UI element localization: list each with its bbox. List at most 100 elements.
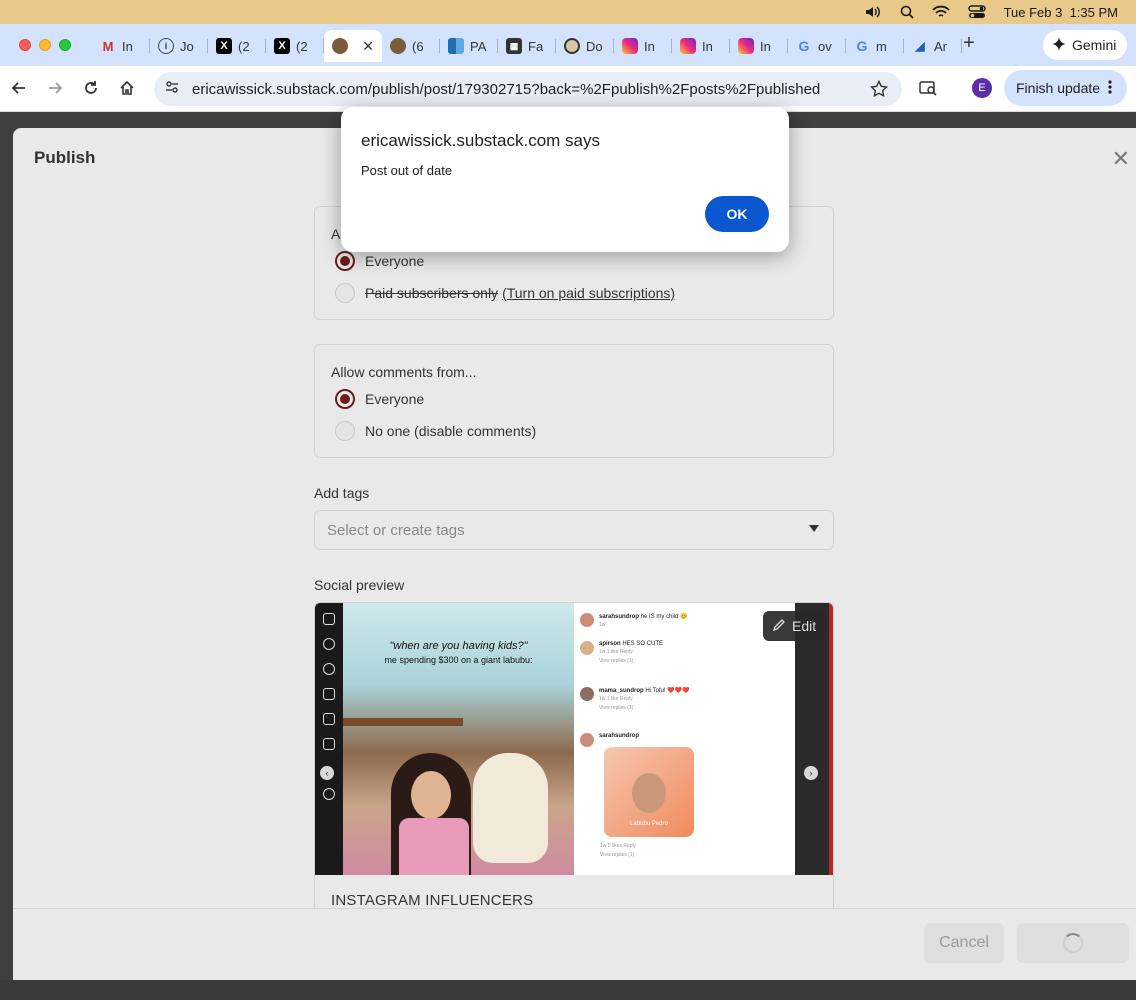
gmail-icon: M <box>102 38 114 54</box>
preview-image: "when are you having kids?" me spending … <box>315 603 833 875</box>
edit-preview-button[interactable]: Edit <box>763 611 826 641</box>
tab-x-1[interactable]: X (2 <box>208 30 266 62</box>
tab-azure[interactable]: ◢ Ar <box>904 30 962 62</box>
tab-info[interactable]: i Jo <box>150 30 208 62</box>
radio-unselected[interactable] <box>335 283 355 303</box>
instagram-icon <box>622 38 638 54</box>
tab-instagram-2[interactable]: In <box>672 30 730 62</box>
radio-selected[interactable] <box>335 389 355 409</box>
cancel-button[interactable]: Cancel <box>924 923 1004 963</box>
browser-tab-strip: M In i Jo X (2 X (2 ✕ (6 PA ▦ Fa Do In In In … <box>0 24 1136 66</box>
red-panel <box>829 603 833 875</box>
new-tab-plus-icon[interactable]: + <box>958 32 980 55</box>
reels-icon <box>323 688 335 700</box>
tab-instagram-1[interactable]: In <box>614 30 672 62</box>
tab-close-icon[interactable]: ✕ <box>362 38 374 55</box>
preview-post-title: INSTAGRAM INFLUENCERS <box>331 892 534 909</box>
calendar-icon: ▦ <box>506 38 522 54</box>
tab-x-2[interactable]: X (2 <box>266 30 324 62</box>
site-settings-icon[interactable] <box>164 79 180 100</box>
alert-title: ericawissick.substack.com says <box>361 131 601 150</box>
profile-avatar[interactable]: E <box>972 78 992 98</box>
radio-unselected[interactable] <box>335 421 355 441</box>
radio-selected[interactable] <box>335 251 355 271</box>
list-item: 1w 5 likes Reply View replies (1) <box>600 843 637 858</box>
avatar <box>580 641 594 655</box>
chevron-left-icon[interactable]: ‹ <box>320 766 334 780</box>
audience-option-paid[interactable]: Paid subscribers only (Turn on paid subs… <box>335 283 675 303</box>
cat-icon <box>332 38 348 54</box>
dark-panel <box>795 603 829 875</box>
comments-option-everyone[interactable]: Everyone <box>335 389 424 409</box>
search-tab-icon[interactable] <box>918 78 938 98</box>
control-center-icon[interactable] <box>967 5 986 19</box>
tab-list: M In i Jo X (2 X (2 ✕ (6 PA ▦ Fa Do In In In … <box>92 30 962 62</box>
modal-footer: Cancel <box>13 908 1136 980</box>
browser-toolbar: ericawissick.substack.com/publish/post/1… <box>0 66 1136 112</box>
tab-google-2[interactable]: Gm <box>846 30 904 62</box>
back-arrow-icon[interactable] <box>9 78 29 98</box>
chevron-right-icon[interactable]: › <box>804 766 818 780</box>
comments-option-none[interactable]: No one (disable comments) <box>335 421 536 441</box>
google-icon: G <box>798 38 810 54</box>
tags-label: Add tags <box>314 485 370 501</box>
search-icon <box>323 638 335 650</box>
grid-icon <box>448 38 464 54</box>
list-item: sarahsundrop <box>580 733 639 747</box>
publish-button-loading[interactable] <box>1017 923 1129 963</box>
tab-grid[interactable]: PA <box>440 30 498 62</box>
tab-cat[interactable]: (6 <box>382 30 440 62</box>
info-icon: i <box>158 38 174 54</box>
alert-message: Post out of date <box>361 163 453 178</box>
tab-calendar[interactable]: ▦ Fa <box>498 30 556 62</box>
window-minimize-button[interactable] <box>39 39 51 51</box>
x-icon: X <box>274 38 290 54</box>
volume-icon[interactable] <box>864 5 882 19</box>
profile-icon <box>323 788 335 800</box>
person-top-shape <box>399 818 469 875</box>
page-bottom-edge <box>0 980 1136 1000</box>
instagram-comments: sarahsundrop he IS my child 😊 1w spirson … <box>574 603 795 875</box>
home-icon <box>323 613 335 625</box>
instagram-sidebar <box>315 603 343 875</box>
paid-subscriptions-link[interactable]: (Turn on paid subscriptions) <box>502 285 675 301</box>
list-item: mama_sundrop Hi Tofu! ❤️❤️❤️ 1w 1 like Re… <box>580 687 690 711</box>
shelf-shape <box>343 718 463 726</box>
audience-option-everyone[interactable]: Everyone <box>335 251 424 271</box>
url-text[interactable]: ericawissick.substack.com/publish/post/1… <box>192 81 862 98</box>
list-item: sarahsundrop he IS my child 😊 1w <box>580 613 688 628</box>
photo-caption-1: "when are you having kids?" <box>389 640 528 652</box>
finish-update-button[interactable]: Finish update <box>1004 70 1127 106</box>
close-icon[interactable]: ✕ <box>1112 146 1130 172</box>
tab-owl[interactable]: Do <box>556 30 614 62</box>
macos-menubar: Tue Feb 3 1:35 PM <box>0 0 1136 24</box>
home-icon[interactable] <box>117 78 137 98</box>
wifi-icon[interactable] <box>931 5 950 19</box>
reload-icon[interactable] <box>81 78 101 98</box>
alert-dialog: ericawissick.substack.com says Post out … <box>341 107 789 252</box>
caret-down-icon <box>809 525 819 532</box>
window-zoom-button[interactable] <box>59 39 71 51</box>
menubar-clock[interactable]: Tue Feb 3 1:35 PM <box>1004 5 1118 20</box>
list-item: spirson HES SO CUTE 1w 1 like Reply View r… <box>580 641 663 664</box>
address-bar[interactable]: ericawissick.substack.com/publish/post/1… <box>154 72 902 106</box>
gemini-button[interactable]: Gemini <box>1043 30 1127 60</box>
heart-icon <box>323 738 335 750</box>
tab-active-substack[interactable]: ✕ <box>324 30 382 62</box>
photo-caption-2: me spending $300 on a giant labubu: <box>384 655 533 665</box>
cat-icon <box>390 38 406 54</box>
post-photo: "when are you having kids?" me spending … <box>343 603 574 875</box>
spotlight-search-icon[interactable] <box>900 5 914 19</box>
window-close-button[interactable] <box>19 39 31 51</box>
bookmark-star-icon[interactable] <box>869 79 889 103</box>
tab-google-1[interactable]: Gov <box>788 30 846 62</box>
comments-card: Allow comments from... Everyone No one (… <box>314 344 834 458</box>
tab-gmail[interactable]: M In <box>92 30 150 62</box>
ok-button[interactable]: OK <box>705 196 769 232</box>
tab-instagram-3[interactable]: In <box>730 30 788 62</box>
owl-icon <box>564 38 580 54</box>
azure-icon: ◢ <box>915 39 925 53</box>
forward-arrow-icon[interactable] <box>45 78 65 98</box>
send-icon <box>323 713 335 725</box>
tags-select[interactable]: Select or create tags <box>314 510 834 550</box>
